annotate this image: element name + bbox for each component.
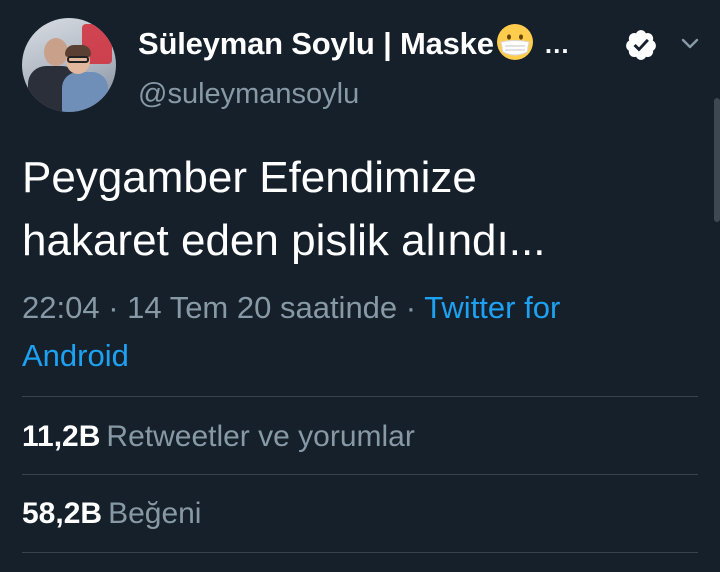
- author-handle[interactable]: @suleymansoylu: [138, 78, 359, 111]
- meta-separator: ·: [405, 290, 417, 325]
- likes-stat[interactable]: 58,2B Beğeni: [22, 497, 201, 531]
- retweets-stat[interactable]: 11,2B Retweetler ve yorumlar: [22, 420, 415, 454]
- tweet-date[interactable]: 14 Tem 20 saatinde: [127, 290, 397, 325]
- scrollbar[interactable]: [714, 98, 720, 222]
- verified-badge-icon: [624, 28, 658, 62]
- divider: [22, 474, 698, 475]
- tweet-text-line-2: hakaret eden pislik alındı...: [22, 216, 546, 265]
- meta-separator: ·: [108, 290, 119, 325]
- mask-face-emoji-icon: [496, 23, 534, 66]
- tweet-time[interactable]: 22:04: [22, 290, 100, 325]
- avatar-glasses: [67, 56, 89, 63]
- author-display-name[interactable]: Süleyman Soylu | Maske: [138, 26, 494, 62]
- name-truncation-ellipsis: …: [543, 28, 570, 59]
- likes-count: 58,2B: [22, 497, 103, 530]
- tweet-text-line-1: Peygamber Efendimize: [22, 153, 477, 202]
- divider: [22, 552, 698, 553]
- avatar-figure-child: [62, 72, 108, 112]
- author-name-row[interactable]: Süleyman Soylu | Maske …: [138, 23, 570, 66]
- retweets-label: Retweetler ve yorumlar: [106, 420, 415, 453]
- avatar[interactable]: [22, 18, 116, 112]
- chevron-down-icon[interactable]: [678, 34, 702, 54]
- tweet-meta: 22:04 · 14 Tem 20 saatinde · Twitter for…: [22, 284, 622, 380]
- likes-label: Beğeni: [108, 497, 202, 530]
- tweet-text: Peygamber Efendimize hakaret eden pislik…: [22, 146, 702, 272]
- retweets-count: 11,2B: [22, 420, 101, 453]
- divider: [22, 396, 698, 397]
